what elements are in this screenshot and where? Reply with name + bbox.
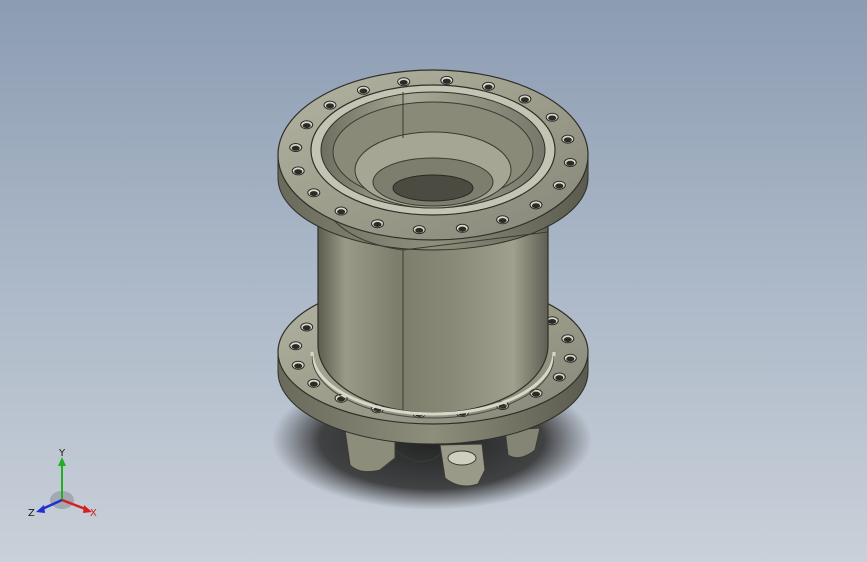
x-axis-label: X <box>90 508 97 519</box>
z-axis-label: Z <box>28 508 35 519</box>
bolt-hole-depth <box>294 363 303 369</box>
bolt-hole-depth <box>458 226 467 232</box>
bolt-hole-depth <box>555 183 564 189</box>
inner-bore-bottom <box>392 174 474 202</box>
bolt-hole-depth <box>563 137 572 143</box>
bolt-hole-depth <box>498 218 507 224</box>
z-axis-arrow <box>36 505 45 513</box>
bolt-hole-depth <box>291 344 300 350</box>
bolt-hole-depth <box>302 123 311 129</box>
bolt-hole-depth <box>520 97 529 103</box>
bolt-hole-depth <box>532 391 540 397</box>
bolt-hole-depth <box>548 319 557 324</box>
bolt-hole-depth <box>442 78 451 84</box>
bolt-hole-depth <box>484 84 493 90</box>
bolt-hole-depth <box>337 396 346 402</box>
bolt-hole-depth <box>399 80 408 85</box>
bolt-hole-depth <box>548 115 557 121</box>
bolt-hole-depth <box>555 375 564 381</box>
bolt-hole-depth <box>309 191 318 197</box>
cad-model-hub[interactable] <box>0 0 867 562</box>
y-axis-label: Y <box>58 448 66 459</box>
bolt-hole-depth <box>359 88 368 94</box>
bolt-hole-depth <box>294 169 303 175</box>
graphics-viewport[interactable]: Y X Z <box>0 0 867 562</box>
bolt-hole-depth <box>291 145 300 151</box>
bolt-hole-depth <box>566 356 575 362</box>
bolt-hole-depth <box>309 381 318 387</box>
bolt-hole-depth <box>566 160 575 166</box>
bolt-hole-depth <box>415 227 424 233</box>
bolt-hole-depth <box>373 222 382 227</box>
bolt-hole-depth <box>532 203 540 209</box>
bolt-hole-depth <box>326 103 334 109</box>
bolt-hole-depth <box>337 209 346 215</box>
coordinate-triad: Y X Z <box>28 448 97 519</box>
bolt-hole-depth <box>563 337 572 343</box>
bolt-hole-depth <box>302 325 311 331</box>
